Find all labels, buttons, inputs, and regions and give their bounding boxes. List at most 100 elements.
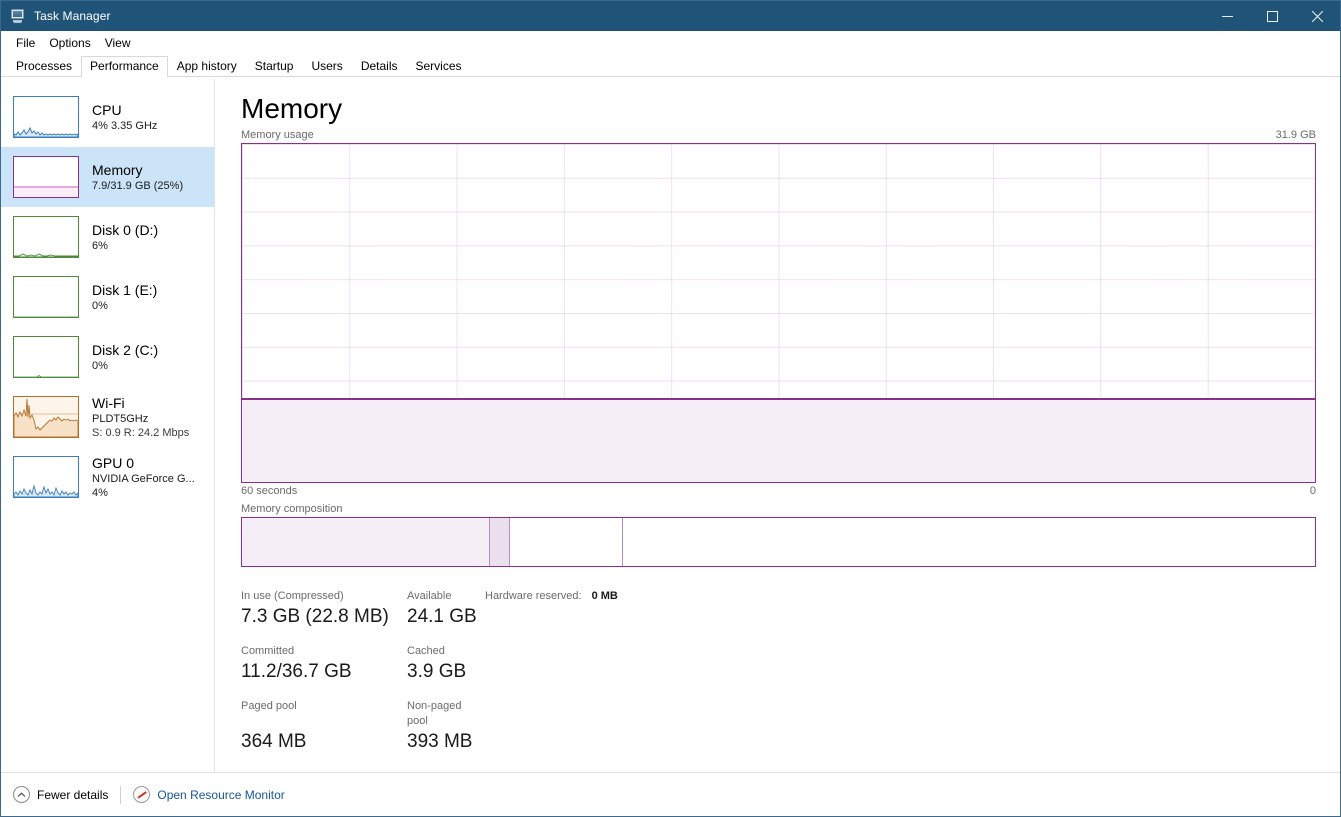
maximize-button[interactable] — [1250, 1, 1295, 31]
memory-detail-panel: Memory Memory usage 31.9 GB 60 seconds 0… — [215, 79, 1340, 772]
page-title: Memory — [241, 93, 343, 124]
resource-monitor-icon — [133, 786, 151, 803]
memory-usage-max-label: 31.9 GB — [1275, 129, 1316, 141]
menu-file[interactable]: File — [9, 33, 42, 53]
value-hardware-reserved: 0 MB — [591, 590, 618, 602]
tab-strip: Processes Performance App history Startu… — [1, 55, 1340, 77]
value-cached: 3.9 GB — [407, 661, 467, 682]
window-title: Task Manager — [34, 9, 111, 23]
sidebar-item-gpu-0[interactable]: GPU 0 NVIDIA GeForce G... 4% — [1, 447, 214, 507]
stat-row-3: Paged pool Non-paged pool 364 MB 393 MB — [241, 699, 1316, 755]
task-manager-window: Task Manager File Options View Processes… — [0, 0, 1341, 817]
sidebar-disk1-sub: 0% — [92, 299, 108, 312]
body-area: CPU 4% 3.35 GHz Memory 7.9/31.9 GB (25%) — [1, 79, 1340, 772]
sidebar-item-memory[interactable]: Memory 7.9/31.9 GB (25%) — [1, 147, 214, 207]
label-paged-pool: Paged pool — [241, 700, 297, 712]
label-hardware-reserved: Hardware reserved: — [485, 590, 582, 602]
sidebar-item-disk-2[interactable]: Disk 2 (C:) 0% — [1, 327, 214, 387]
stat-row-2-labels: Committed Cached — [241, 644, 1316, 659]
label-non-paged-pool: Non-paged pool — [407, 700, 462, 727]
usage-caption-row: Memory usage 31.9 GB — [241, 129, 1316, 141]
status-bar: Fewer details Open Resource Monitor — [1, 772, 1340, 816]
sidebar-disk2-sub: 0% — [92, 359, 108, 372]
fewer-details-button[interactable]: Fewer details — [13, 786, 108, 803]
task-manager-icon — [10, 8, 26, 24]
minimize-button[interactable] — [1205, 1, 1250, 31]
status-separator — [120, 785, 122, 804]
disk1-text: Disk 1 (E:) 0% — [92, 282, 157, 313]
sidebar-item-disk-1[interactable]: Disk 1 (E:) 0% — [1, 267, 214, 327]
disk2-text: Disk 2 (C:) 0% — [92, 342, 158, 373]
label-committed: Committed — [241, 645, 295, 657]
gpu-text: GPU 0 NVIDIA GeForce G... 4% — [92, 455, 195, 500]
composition-segment-modified[interactable] — [488, 518, 510, 566]
value-paged-pool: 364 MB — [241, 731, 307, 752]
label-available: Available — [407, 590, 452, 602]
sidebar-memory-sub: 7.9/31.9 GB (25%) — [92, 179, 184, 192]
graph-axis-labels: 60 seconds 0 — [241, 485, 1316, 497]
tab-startup[interactable]: Startup — [246, 56, 303, 77]
open-resource-monitor-label: Open Resource Monitor — [157, 787, 285, 802]
memory-usage-graph — [241, 143, 1316, 483]
menu-view[interactable]: View — [98, 33, 138, 53]
sidebar-wifi-sub2: S: 0.9 R: 24.2 Mbps — [92, 426, 190, 439]
resource-sidebar: CPU 4% 3.35 GHz Memory 7.9/31.9 GB (25%) — [1, 79, 215, 772]
minimize-icon — [1222, 15, 1233, 17]
zero-axis-label: 0 — [1309, 485, 1316, 497]
sidebar-gpu-sub2: 4% — [92, 486, 108, 499]
tab-performance[interactable]: Performance — [81, 56, 168, 77]
wifi-thumbnail-graph — [13, 396, 79, 438]
close-button[interactable] — [1295, 1, 1340, 31]
title-bar: Task Manager — [1, 1, 1340, 31]
value-available: 24.1 GB — [407, 606, 477, 627]
sidebar-wifi-title: Wi-Fi — [92, 394, 125, 411]
stat-row-2: Committed Cached 11.2/36.7 GB 3.9 GB — [241, 644, 1316, 685]
window-controls — [1205, 1, 1340, 31]
label-cached: Cached — [407, 645, 445, 657]
memory-statistics: In use (Compressed) Available Hardware r… — [241, 589, 1316, 755]
menu-bar: File Options View — [1, 31, 1340, 55]
sidebar-item-wifi[interactable]: Wi-Fi PLDT5GHz S: 0.9 R: 24.2 Mbps — [1, 387, 214, 447]
sidebar-gpu-sub1: NVIDIA GeForce G... — [92, 472, 195, 485]
disk1-thumbnail-graph — [13, 276, 79, 318]
stat-row-1: In use (Compressed) Available Hardware r… — [241, 589, 1316, 630]
sidebar-disk0-sub: 6% — [92, 239, 108, 252]
sidebar-item-disk-0[interactable]: Disk 0 (D:) 6% — [1, 207, 214, 267]
sidebar-disk1-title: Disk 1 (E:) — [92, 281, 158, 298]
hardware-reserved-group: Hardware reserved: 0 MB — [485, 589, 618, 604]
open-resource-monitor-link[interactable]: Open Resource Monitor — [133, 786, 285, 803]
cpu-text: CPU 4% 3.35 GHz — [92, 102, 157, 133]
tab-services[interactable]: Services — [407, 56, 471, 77]
wifi-text: Wi-Fi PLDT5GHz S: 0.9 R: 24.2 Mbps — [92, 395, 189, 440]
chevron-up-icon — [13, 786, 30, 803]
sidebar-item-cpu[interactable]: CPU 4% 3.35 GHz — [1, 87, 214, 147]
sidebar-disk0-title: Disk 0 (D:) — [92, 221, 159, 238]
disk2-thumbnail-graph — [13, 336, 79, 378]
value-in-use-compressed: 7.3 GB (22.8 MB) — [241, 606, 389, 627]
composition-segment-in-use[interactable] — [242, 518, 489, 566]
value-non-paged-pool: 393 MB — [407, 731, 473, 752]
memory-thumbnail-graph — [13, 156, 79, 198]
tab-users[interactable]: Users — [302, 56, 351, 77]
sidebar-disk2-title: Disk 2 (C:) — [92, 341, 159, 358]
fewer-details-label: Fewer details — [37, 787, 109, 802]
close-icon — [1312, 10, 1323, 22]
disk0-thumbnail-graph — [13, 216, 79, 258]
sidebar-wifi-sub1: PLDT5GHz — [92, 412, 149, 425]
gpu-thumbnail-graph — [13, 456, 79, 498]
memory-composition-caption: Memory composition — [241, 503, 343, 515]
stat-row-3-values: 364 MB 393 MB — [241, 729, 1316, 755]
sidebar-cpu-sub: 4% 3.35 GHz — [92, 119, 158, 132]
sidebar-memory-title: Memory — [92, 161, 143, 178]
composition-segment-free[interactable] — [621, 518, 1315, 566]
memory-text: Memory 7.9/31.9 GB (25%) — [92, 162, 183, 193]
tab-app-history[interactable]: App history — [168, 56, 246, 77]
memory-usage-area — [242, 397, 1315, 482]
composition-segment-standby[interactable] — [509, 518, 622, 566]
menu-options[interactable]: Options — [42, 33, 97, 53]
tab-details[interactable]: Details — [352, 56, 407, 77]
tab-processes[interactable]: Processes — [7, 56, 81, 77]
memory-composition-bar — [241, 517, 1316, 567]
memory-usage-caption: Memory usage — [241, 129, 314, 141]
cpu-thumbnail-graph — [13, 96, 79, 138]
